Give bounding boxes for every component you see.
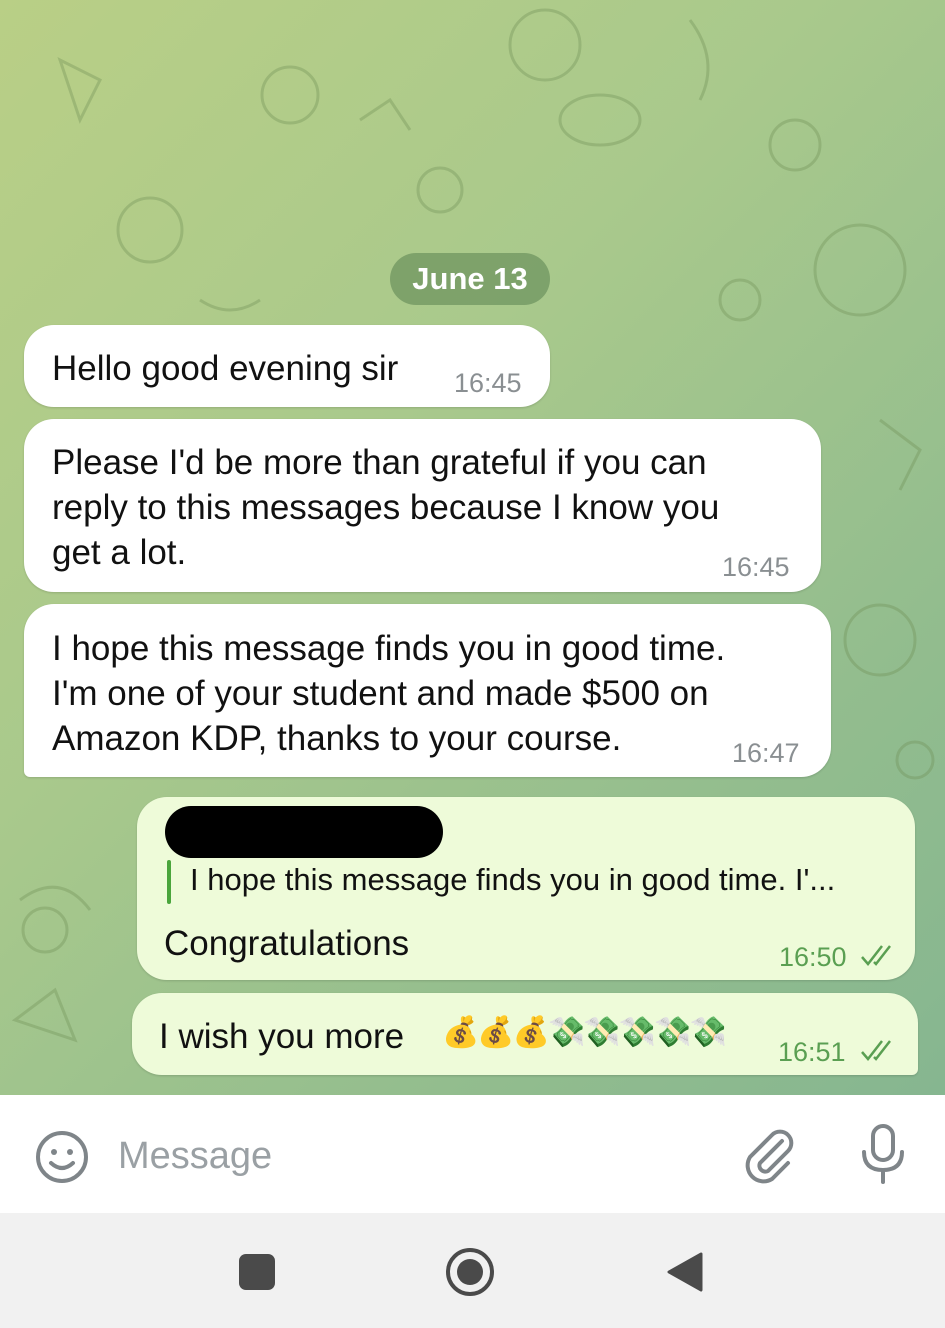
- message-text: Please I'd be more than grateful if you …: [52, 443, 720, 572]
- message-time: 16:50: [779, 942, 847, 972]
- reply-quote-bar: [167, 860, 171, 904]
- outgoing-message-bubble[interactable]: I wish you more 💰💰💰💸💸💸💸💸 16:51: [132, 993, 918, 1075]
- message-text: I wish you more: [159, 1017, 405, 1056]
- message-time: 16:45: [454, 368, 522, 398]
- message-text: Congratulations: [164, 924, 410, 963]
- message-text: Hello good evening sir: [52, 349, 399, 388]
- home-circle-icon[interactable]: [444, 1246, 496, 1298]
- message-time: 16:45: [722, 552, 790, 582]
- read-checkmarks-icon: [861, 945, 891, 966]
- read-checkmarks-icon: [861, 1040, 891, 1061]
- incoming-message-bubble[interactable]: I hope this message finds you in good ti…: [24, 604, 831, 777]
- microphone-icon[interactable]: [858, 1122, 908, 1186]
- incoming-message-bubble[interactable]: Please I'd be more than grateful if you …: [24, 419, 821, 592]
- incoming-message-bubble[interactable]: Hello good evening sir 16:45: [24, 325, 550, 407]
- message-time: 16:47: [732, 738, 800, 768]
- paperclip-icon[interactable]: [738, 1125, 798, 1185]
- message-text: I hope this message finds you in good ti…: [52, 629, 726, 758]
- reply-quote-text[interactable]: I hope this message finds you in good ti…: [190, 862, 835, 898]
- smiley-icon[interactable]: [34, 1129, 90, 1185]
- message-input[interactable]: Message: [118, 1135, 272, 1178]
- redacted-sender-name: [165, 806, 443, 858]
- date-separator: June 13: [390, 253, 550, 305]
- back-triangle-icon[interactable]: [665, 1250, 705, 1294]
- recents-square-icon[interactable]: [237, 1252, 277, 1292]
- money-emoji-sequence: 💰💰💰💸💸💸💸💸: [442, 1016, 727, 1049]
- message-time: 16:51: [778, 1037, 846, 1067]
- chat-background: June 13 Hello good evening sir 16:45 Ple…: [0, 0, 945, 1095]
